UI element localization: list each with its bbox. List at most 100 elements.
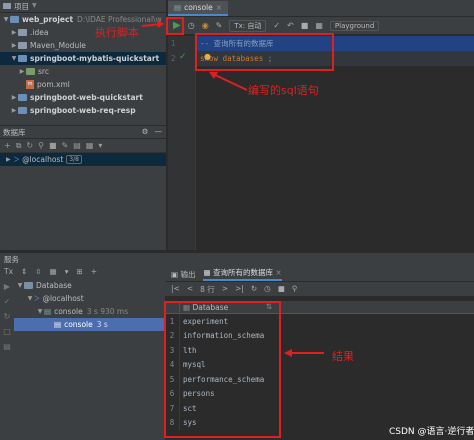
refresh-icon[interactable]: ↻ <box>26 141 33 150</box>
mysql-icon: ᐳ <box>34 293 40 303</box>
run-icon[interactable]: ▶ <box>4 283 10 291</box>
project-header: 项目 ▼ <box>0 0 166 13</box>
next-page-icon[interactable]: > <box>222 285 228 293</box>
undo-icon[interactable]: ↶ <box>287 21 294 30</box>
copy-icon[interactable]: ⧉ <box>16 141 22 150</box>
filter-icon[interactable]: ⚲ <box>38 141 44 150</box>
chevron-down-icon[interactable]: ▼ <box>36 308 44 315</box>
wrench-icon[interactable]: ✎ <box>216 21 223 30</box>
tree-item-label: pom.xml <box>37 80 70 89</box>
console-icon[interactable]: ▤ <box>73 141 81 150</box>
layout-icon[interactable]: ▤ <box>3 343 11 351</box>
tree-item-label: Maven_Module <box>30 41 86 50</box>
stop-icon[interactable]: ◷ <box>264 285 271 293</box>
tab-output[interactable]: ▣ 输出 <box>171 269 195 280</box>
close-icon[interactable]: × <box>216 4 222 12</box>
refresh-icon[interactable]: ↻ <box>251 285 257 293</box>
service-item-duration: 3 s 930 ms <box>86 307 129 316</box>
services-header: 服务 <box>0 253 474 265</box>
history-icon[interactable]: ◷ <box>188 21 195 30</box>
datasource-localhost[interactable]: ▶ ᐳ @localhost 3/8 <box>0 153 166 166</box>
chevron-down-icon[interactable]: ▼ <box>10 55 18 62</box>
service-item-console[interactable]: ▼ ▤ console 3 s 930 ms <box>14 305 164 318</box>
pin-icon[interactable]: ⊞ <box>76 268 82 276</box>
row-count-dropdown[interactable]: 8 行 <box>200 284 215 295</box>
module-folder-icon <box>18 107 27 114</box>
square-icon[interactable]: □ <box>3 328 11 336</box>
tab-console[interactable]: ▤ console × <box>168 1 229 16</box>
tree-item-src[interactable]: ▶ src <box>0 65 166 78</box>
grid-icon[interactable]: ▦ <box>315 21 323 30</box>
chevron-down-icon[interactable]: ▼ <box>2 16 10 23</box>
add-icon[interactable]: + <box>91 268 97 276</box>
module-folder-icon <box>18 94 27 101</box>
datasource-host: @localhost <box>22 155 64 164</box>
pin-icon[interactable]: ⚲ <box>292 285 298 293</box>
check-icon[interactable]: ✓ <box>4 298 11 306</box>
stop-icon[interactable]: ◉ <box>202 21 209 30</box>
service-item-duration: 3 s <box>96 320 108 329</box>
mysql-icon: ᐳ <box>13 154 20 164</box>
arrow-icon <box>209 72 248 91</box>
collapse-all-icon[interactable]: ⇳ <box>35 268 41 276</box>
result-highlight-box <box>164 301 281 438</box>
minimize-icon[interactable]: — <box>155 128 163 136</box>
folder-icon <box>3 3 11 9</box>
service-item-database[interactable]: ▼ Database <box>14 279 164 292</box>
expand-all-icon[interactable]: ⇕ <box>21 268 27 276</box>
chevron-down-icon[interactable]: ▼ <box>26 295 34 302</box>
stop-square-icon[interactable]: ■ <box>278 285 285 293</box>
tree-item-springboot-web-req-resp[interactable]: ▶ springboot-web-req-resp <box>0 104 166 117</box>
transaction-icon[interactable]: Tx <box>4 268 13 276</box>
arrow-icon <box>141 20 164 28</box>
transaction-mode-dropdown[interactable]: Tx: 自动 <box>229 19 267 32</box>
chevron-right-icon[interactable]: ▶ <box>10 94 18 101</box>
prev-page-icon[interactable]: < <box>187 285 193 293</box>
stop-square-icon[interactable]: ■ <box>301 21 309 30</box>
chevron-down-icon[interactable]: ▼ <box>32 3 37 9</box>
tree-item-maven-module[interactable]: ▶ Maven_Module <box>0 39 166 52</box>
tree-item-label: springboot-web-req-resp <box>30 106 136 115</box>
funnel-icon[interactable]: ▾ <box>98 141 102 150</box>
tab-query-result[interactable]: ▦ 查询所有的数据库 × <box>203 267 282 281</box>
chevron-right-icon[interactable]: ▶ <box>6 156 11 163</box>
service-item-console-session[interactable]: ▤ console 3 s <box>14 318 164 331</box>
maven-file-icon: m <box>26 80 34 89</box>
database-header-label: 数据库 <box>3 127 26 137</box>
settings-icon[interactable]: ⚙ <box>142 128 149 136</box>
check-icon[interactable]: ✓ <box>273 21 280 30</box>
service-item-label: Database <box>36 281 72 290</box>
service-item-localhost[interactable]: ▼ ᐳ @localhost <box>14 292 164 305</box>
chevron-right-icon[interactable]: ▶ <box>10 29 18 36</box>
close-icon[interactable]: × <box>275 269 281 277</box>
filter-icon[interactable]: ▾ <box>65 268 69 276</box>
database-toolbar: + ⧉ ↻ ⚲ ■ ✎ ▤ ▦ ▾ <box>0 139 166 153</box>
tree-item-pom-xml[interactable]: m pom.xml <box>0 78 166 91</box>
tree-item-label: springboot-web-quickstart <box>30 93 143 102</box>
chevron-right-icon[interactable]: ▶ <box>10 107 18 114</box>
chevron-right-icon[interactable]: ▶ <box>10 42 18 49</box>
first-page-icon[interactable]: |< <box>171 285 180 293</box>
playground-dropdown[interactable]: Playground <box>329 20 380 31</box>
refresh-icon[interactable]: ↻ <box>4 313 11 321</box>
tree-item-label: src <box>38 67 49 76</box>
service-item-label: @localhost <box>42 294 84 303</box>
service-item-label: console <box>64 320 93 329</box>
service-item-label: console <box>54 307 83 316</box>
table-icon[interactable]: ▦ <box>86 141 94 150</box>
database-panel: 数据库 ⚙ — + ⧉ ↻ ⚲ ■ ✎ ▤ ▦ ▾ ▶ ᐳ @localhost… <box>0 125 167 250</box>
edit-icon[interactable]: ✎ <box>62 141 69 150</box>
group-icon[interactable]: ▦ <box>50 268 57 276</box>
services-header-label: 服务 <box>4 254 19 264</box>
chevron-down-icon[interactable]: ▼ <box>16 282 24 289</box>
arrow-icon <box>284 349 324 357</box>
tree-item-springboot-web-quickstart[interactable]: ▶ springboot-web-quickstart <box>0 91 166 104</box>
tree-item-springboot-mybatis-quickstart[interactable]: ▼ springboot-mybatis-quickstart <box>0 52 166 65</box>
editor-tabs: ▤ console × <box>168 0 474 17</box>
last-page-icon[interactable]: >| <box>235 285 244 293</box>
chevron-right-icon[interactable]: ▶ <box>18 68 26 75</box>
project-header-label[interactable]: 项目 <box>14 1 29 12</box>
console-icon: ▤ <box>54 319 62 329</box>
stop-icon[interactable]: ■ <box>49 141 57 150</box>
add-icon[interactable]: + <box>4 141 11 150</box>
